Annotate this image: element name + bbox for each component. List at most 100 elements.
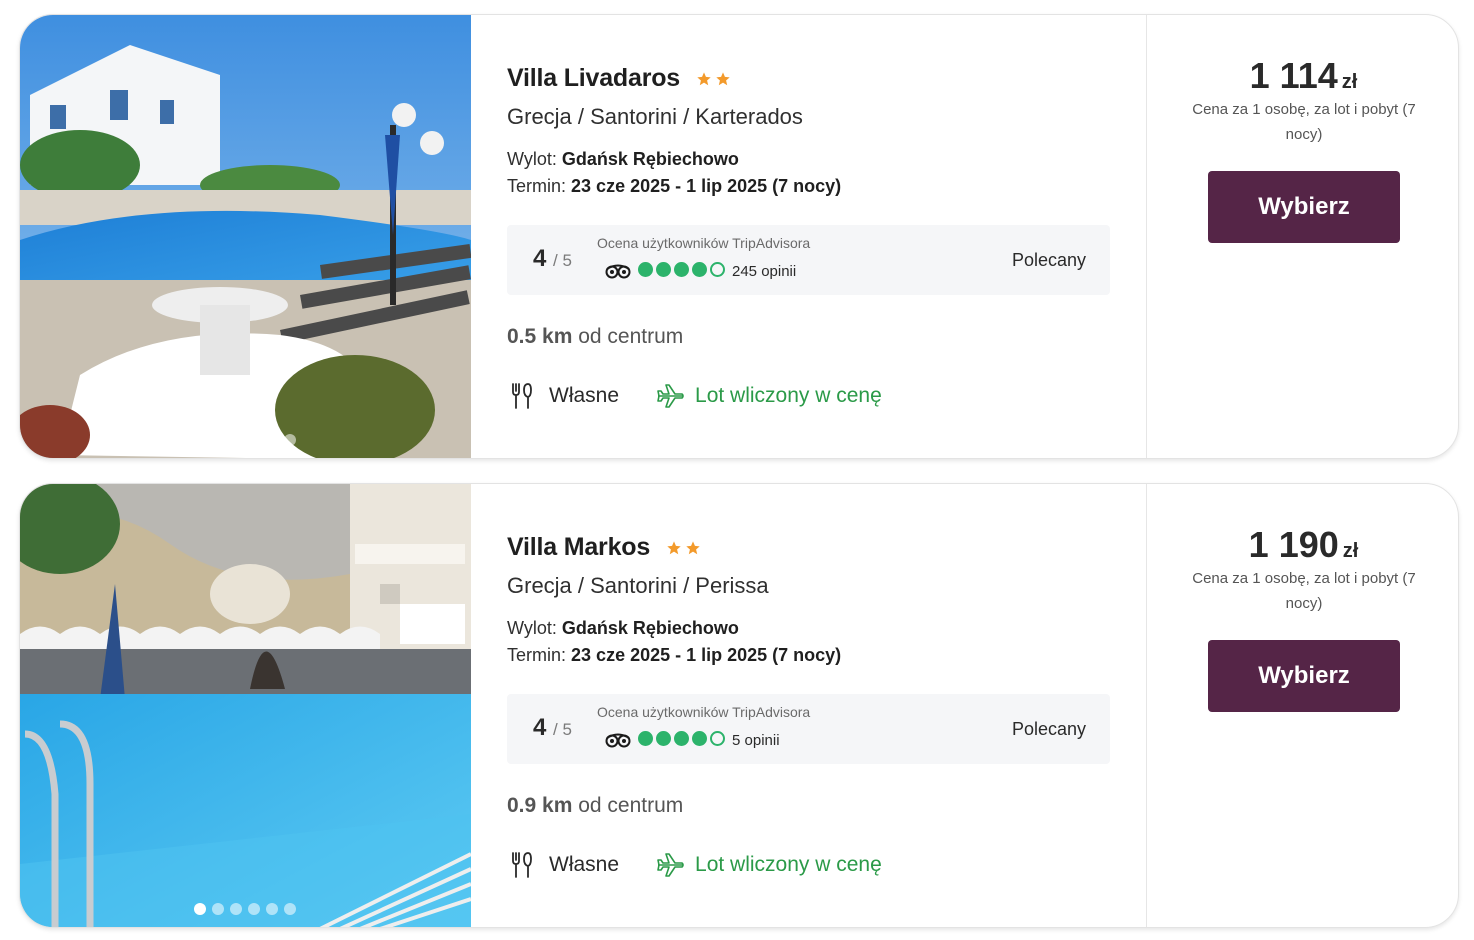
rating-bubbles — [638, 262, 725, 277]
departure-label: Wylot: — [507, 149, 557, 169]
departure-value: Gdańsk Rębiechowo — [561, 618, 739, 638]
offer-card[interactable]: Villa Livadaros Grecja / Santorini / Kar… — [19, 14, 1459, 459]
hotel-photo-gallery[interactable] — [20, 484, 471, 927]
hotel-stars — [696, 71, 731, 87]
gallery-dots — [194, 903, 296, 915]
gallery-dot[interactable] — [230, 903, 242, 915]
hotel-location: Grecja / Santorini / Karterados — [507, 104, 803, 129]
rating-bubble-filled — [638, 262, 653, 277]
rating-score-value: 4 — [533, 714, 547, 741]
price-value: 1 190 — [1248, 524, 1339, 565]
departure-line: Wylot: Gdańsk Rębiechowo — [507, 149, 739, 170]
rating-bubble-filled — [674, 731, 689, 746]
distance-suffix: od centrum — [578, 325, 684, 348]
gallery-dot[interactable] — [284, 903, 296, 915]
board-type: Własne — [549, 384, 620, 407]
rating-bubble-filled — [656, 262, 671, 277]
rating-bubble-empty — [710, 731, 725, 746]
star-icon — [716, 71, 730, 85]
tripadvisor-owl-icon — [605, 733, 631, 748]
title-row: Villa Markos — [507, 533, 701, 562]
rating-max: / 5 — [553, 251, 572, 270]
hotel-name[interactable]: Villa Livadaros — [507, 64, 680, 93]
distance-value: 0.5 km — [507, 325, 573, 348]
fork-knife-icon — [512, 852, 532, 878]
gallery-dot[interactable] — [212, 903, 224, 915]
hotel-photo — [20, 484, 471, 927]
gallery-dot[interactable] — [194, 434, 206, 446]
hotel-location: Grecja / Santorini / Perissa — [507, 573, 769, 598]
gallery-dot[interactable] — [248, 903, 260, 915]
tripadvisor-owl-icon — [605, 264, 631, 279]
price: 1 190 zł — [1147, 524, 1458, 566]
rating-label: Ocena użytkowników TripAdvisora — [597, 235, 811, 251]
offer-features: Własne Lot wliczony w cenę — [507, 850, 882, 880]
distance-to-center: 0.5 km od centrum — [507, 325, 683, 349]
price-column: 1 114 zł Cena za 1 osobę, za lot i pobyt … — [1146, 15, 1458, 458]
offer-info: Villa Markos Grecja / Santorini / Periss… — [471, 484, 1146, 927]
tripadvisor-rating: 4 / 5 Ocena użytkowników TripAdvisora 5 … — [507, 694, 1110, 764]
gallery-dot[interactable] — [248, 434, 260, 446]
rating-bubble-filled — [674, 262, 689, 277]
review-count[interactable]: 5 opinii — [732, 732, 780, 749]
price: 1 114 zł — [1147, 55, 1458, 97]
rating-bubble-filled — [692, 731, 707, 746]
price-currency: zł — [1342, 540, 1359, 562]
rating-score-value: 4 — [533, 245, 547, 272]
rating-bubble-filled — [638, 731, 653, 746]
term-value: 23 cze 2025 - 1 lip 2025 (7 nocy) — [571, 176, 842, 196]
recommended-label: Polecany — [1011, 719, 1086, 739]
star-icon — [697, 71, 711, 85]
term-line: Termin: 23 cze 2025 - 1 lip 2025 (7 nocy… — [507, 176, 841, 197]
select-offer-button[interactable]: Wybierz — [1208, 640, 1400, 712]
star-icon — [686, 540, 700, 554]
distance-value: 0.9 km — [507, 794, 573, 817]
price-currency: zł — [1341, 71, 1358, 93]
price-column: 1 190 zł Cena za 1 osobę, za lot i pobyt … — [1146, 484, 1458, 927]
gallery-dot[interactable] — [212, 434, 224, 446]
gallery-dot[interactable] — [230, 434, 242, 446]
select-offer-button[interactable]: Wybierz — [1208, 171, 1400, 243]
gallery-dots — [194, 434, 296, 446]
rating-bubbles — [638, 731, 725, 746]
rating-max: / 5 — [553, 720, 572, 739]
rating-bubble-empty — [710, 262, 725, 277]
airplane-icon — [657, 384, 684, 408]
departure-label: Wylot: — [507, 618, 557, 638]
term-line: Termin: 23 cze 2025 - 1 lip 2025 (7 nocy… — [507, 645, 841, 666]
gallery-dot[interactable] — [194, 903, 206, 915]
tripadvisor-rating: 4 / 5 Ocena użytkowników TripAdvisora 24… — [507, 225, 1110, 295]
fork-knife-icon — [512, 383, 532, 409]
rating-bubble-filled — [656, 731, 671, 746]
flight-included: Lot wliczony w cenę — [695, 853, 882, 876]
offer-features: Własne Lot wliczony w cenę — [507, 381, 882, 411]
rating-bubble-filled — [692, 262, 707, 277]
rating-score: 4 / 5 — [533, 714, 572, 742]
term-label: Termin: — [507, 645, 567, 665]
offer-card[interactable]: Villa Markos Grecja / Santorini / Periss… — [19, 483, 1459, 928]
departure-value: Gdańsk Rębiechowo — [561, 149, 739, 169]
hotel-name[interactable]: Villa Markos — [507, 533, 650, 562]
gallery-dot[interactable] — [266, 903, 278, 915]
title-row: Villa Livadaros — [507, 64, 731, 93]
board-type: Własne — [549, 853, 620, 876]
price-value: 1 114 — [1249, 55, 1338, 96]
rating-score: 4 / 5 — [533, 245, 572, 273]
airplane-icon — [657, 853, 684, 877]
price-note: Cena za 1 osobę, za lot i pobyt (7 nocy) — [1192, 101, 1416, 143]
flight-included: Lot wliczony w cenę — [695, 384, 882, 407]
hotel-stars — [666, 540, 701, 556]
rating-label: Ocena użytkowników TripAdvisora — [597, 704, 811, 720]
distance-suffix: od centrum — [578, 794, 684, 817]
hotel-photo-gallery[interactable] — [20, 15, 471, 458]
recommended-label: Polecany — [1011, 250, 1086, 270]
star-icon — [667, 540, 681, 554]
term-value: 23 cze 2025 - 1 lip 2025 (7 nocy) — [571, 645, 842, 665]
price-note: Cena za 1 osobę, za lot i pobyt (7 nocy) — [1192, 570, 1416, 612]
distance-to-center: 0.9 km od centrum — [507, 794, 683, 818]
gallery-dot[interactable] — [284, 434, 296, 446]
review-count[interactable]: 245 opinii — [732, 263, 796, 280]
offer-info: Villa Livadaros Grecja / Santorini / Kar… — [471, 15, 1146, 458]
hotel-photo — [20, 15, 471, 458]
gallery-dot[interactable] — [266, 434, 278, 446]
